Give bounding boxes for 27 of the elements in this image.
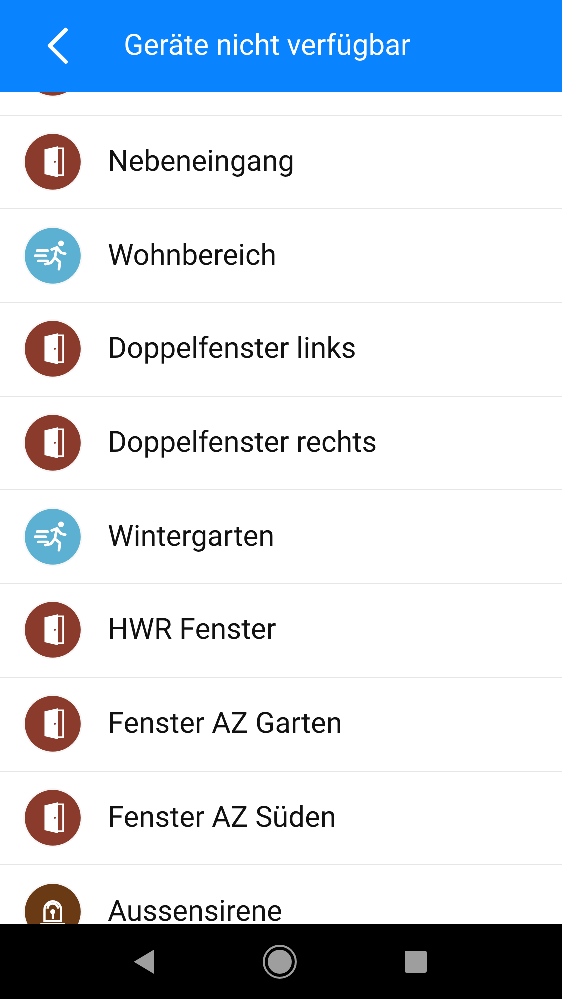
device-row[interactable]: Fenster AZ Süden bbox=[0, 772, 562, 866]
back-nav-button[interactable] bbox=[132, 948, 156, 974]
device-name: Aussensirene bbox=[108, 894, 282, 924]
recents-nav-button[interactable] bbox=[404, 950, 428, 974]
triangle-back-icon bbox=[132, 948, 156, 974]
back-icon bbox=[46, 27, 70, 65]
device-name: Fenster AZ Garten bbox=[108, 707, 342, 742]
running-person-icon bbox=[23, 506, 83, 567]
device-row[interactable]: HWR Fenster bbox=[0, 584, 562, 678]
device-name: Doppelfenster links bbox=[108, 332, 356, 366]
device-row[interactable]: Nebeneingang bbox=[0, 116, 562, 210]
device-name: Wohnbereich bbox=[108, 238, 277, 273]
device-row[interactable]: Doppelfenster links bbox=[0, 303, 562, 397]
screen-title: Geräte nicht verfügbar bbox=[124, 29, 411, 63]
device-name: Nebeneingang bbox=[108, 145, 295, 180]
device-name: HWR Fenster bbox=[108, 613, 276, 648]
home-nav-button[interactable] bbox=[262, 944, 298, 980]
device-name: Wintergarten bbox=[108, 520, 275, 554]
home-icon bbox=[262, 944, 298, 980]
device-row[interactable]: Fenster AZ Garten bbox=[0, 678, 562, 772]
device-row[interactable]: Wintergarten bbox=[0, 490, 562, 584]
device-row[interactable]: Wohnbereich bbox=[0, 209, 562, 304]
device-name: Fenster AZ Süden bbox=[108, 800, 336, 835]
device-name: Doppelfenster rechts bbox=[108, 426, 378, 460]
running-person-icon bbox=[23, 226, 83, 286]
square-icon bbox=[404, 950, 428, 974]
device-row[interactable]: Doppelfenster rechts bbox=[0, 396, 562, 490]
